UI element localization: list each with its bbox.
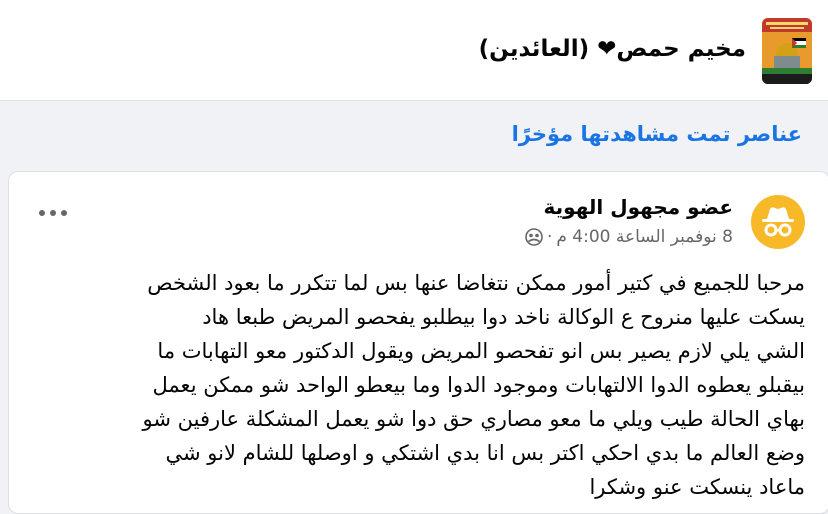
group-cover-image	[762, 18, 812, 84]
group-members-icon	[525, 228, 543, 246]
more-options-button[interactable]	[31, 196, 75, 230]
anonymous-member-icon[interactable]	[751, 195, 805, 249]
more-options-icon	[39, 210, 67, 216]
post-date[interactable]: 8 نوفمبر الساعة 4:00 م	[556, 227, 733, 247]
recently-viewed-title: عناصر تمت مشاهدتها مؤخرًا	[511, 122, 802, 146]
post-card: عضو مجهول الهوية 8 نوفمبر الساعة 4:00 م …	[8, 171, 828, 514]
group-avatar[interactable]	[762, 18, 812, 84]
post-body-text: مرحبا للجميع في كتير أمور ممكن نتغاضا عن…	[142, 271, 805, 499]
meta-separator: ·	[546, 227, 553, 247]
group-name[interactable]: مخيم حمص❤ (العائدين)	[479, 36, 746, 62]
post-author-name[interactable]: عضو مجهول الهوية	[544, 195, 733, 219]
post-meta: 8 نوفمبر الساعة 4:00 م ·	[525, 227, 733, 247]
group-header: مخيم حمص❤ (العائدين)	[0, 0, 828, 101]
